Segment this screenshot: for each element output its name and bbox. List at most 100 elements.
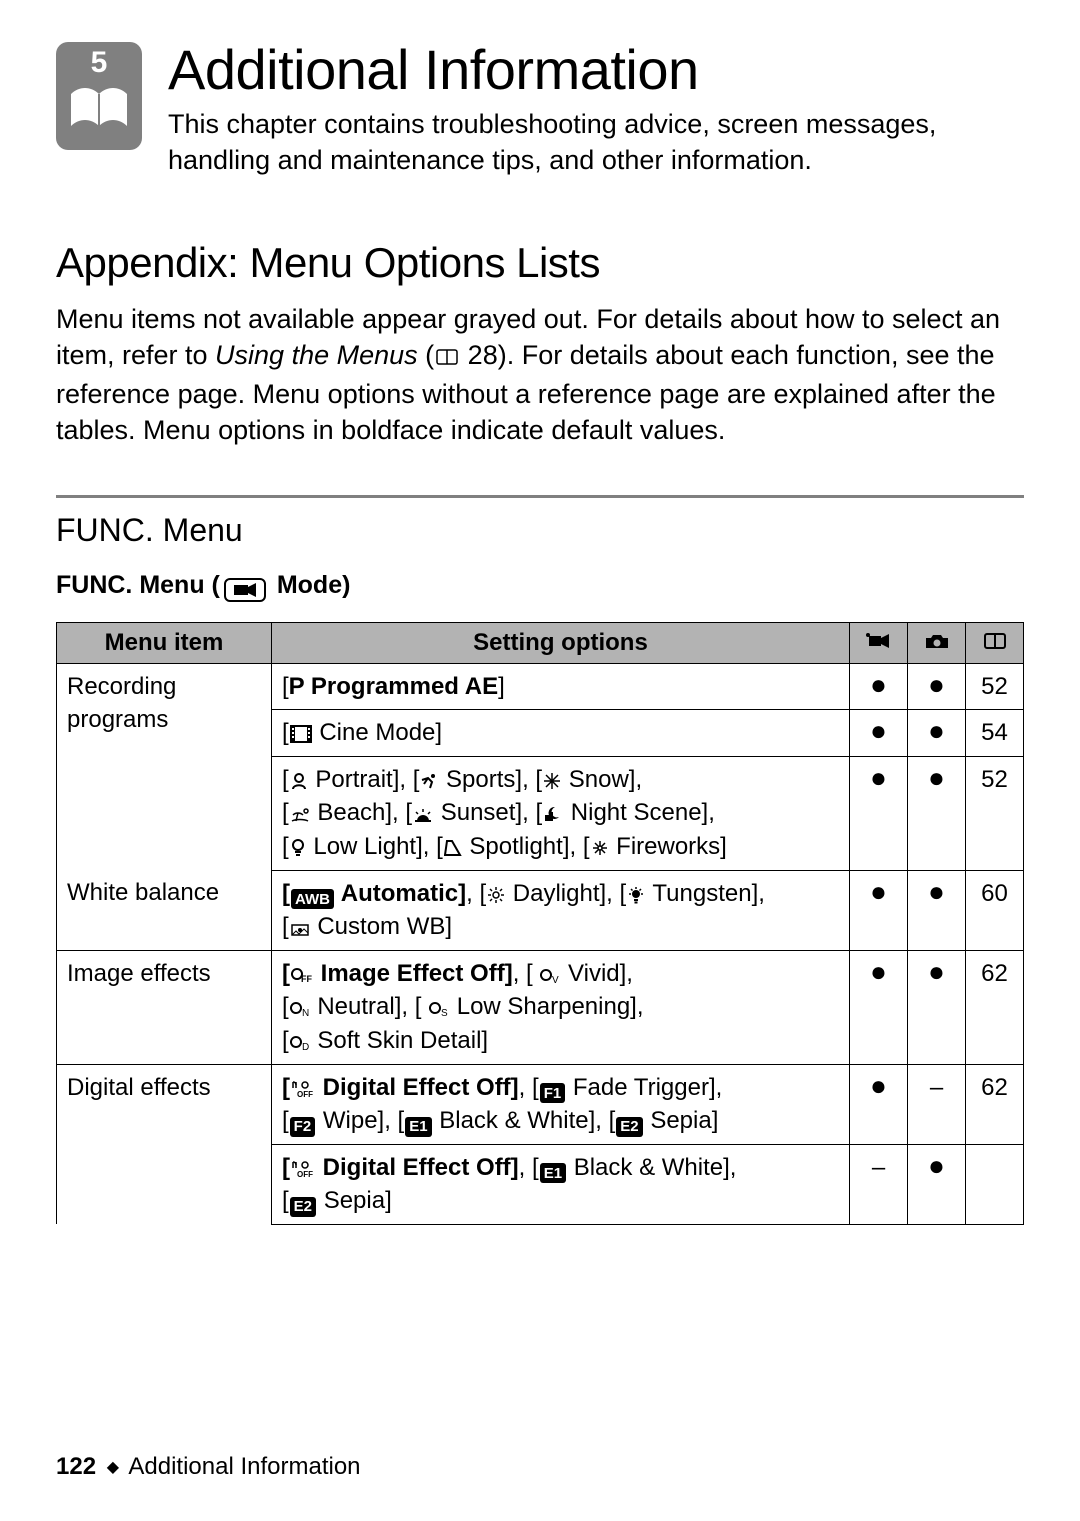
cell-photo: ● bbox=[908, 1144, 966, 1224]
chapter-tile: 5 bbox=[56, 42, 142, 150]
cell-movie: – bbox=[850, 1144, 908, 1224]
chapter-text-block: Additional Information This chapter cont… bbox=[168, 42, 1024, 179]
cell-photo: ● bbox=[908, 710, 966, 757]
chapter-number: 5 bbox=[91, 48, 108, 78]
table-row: Image effects [FF Image Effect Off], [ V… bbox=[57, 950, 1024, 1064]
svg-text:OFF: OFF bbox=[297, 1090, 313, 1098]
txt: Fade Trigger], bbox=[566, 1074, 722, 1101]
snow-icon bbox=[543, 772, 561, 790]
txt: , [ bbox=[519, 1154, 539, 1181]
col-setting-options: Setting options bbox=[272, 622, 850, 663]
f1-badge: F1 bbox=[540, 1083, 566, 1103]
func-menu-heading: FUNC. Menu bbox=[56, 512, 1024, 549]
e2-badge: E2 bbox=[290, 1197, 316, 1217]
digital-effect-off-icon: OFF bbox=[291, 1080, 315, 1098]
mode-prefix: FUNC. Menu ( bbox=[56, 571, 220, 599]
col-movie-icon bbox=[850, 622, 908, 663]
chapter-description: This chapter contains troubleshooting ad… bbox=[168, 106, 1024, 179]
txt: Daylight], [ bbox=[506, 880, 626, 907]
section-rule bbox=[56, 495, 1024, 498]
soft-skin-icon: D bbox=[290, 1035, 310, 1051]
cell-page: 60 bbox=[966, 870, 1024, 950]
awb-badge: AWB bbox=[291, 889, 334, 909]
image-effect-off-icon: FF bbox=[291, 966, 313, 984]
low-light-icon bbox=[290, 839, 306, 857]
cell-setting-options: [AWB Automatic], [ Daylight], [ Tungsten… bbox=[272, 870, 850, 950]
txt: , [ bbox=[513, 960, 540, 987]
neutral-icon: N bbox=[290, 1001, 310, 1017]
txt: Wipe], [ bbox=[316, 1107, 404, 1134]
txt: Low Light], [ bbox=[307, 833, 443, 860]
cell-movie: ● bbox=[850, 870, 908, 950]
cine-mode-label: Cine Mode] bbox=[313, 719, 442, 746]
custom-wb-icon bbox=[290, 923, 310, 937]
svg-text:OFF: OFF bbox=[297, 1170, 313, 1178]
table-row: White balance [AWB Automatic], [ Dayligh… bbox=[57, 870, 1024, 950]
vivid-icon: V bbox=[540, 968, 560, 984]
cell-page: 52 bbox=[966, 663, 1024, 710]
movie-mode-icon bbox=[224, 578, 266, 602]
night-scene-icon bbox=[543, 805, 563, 823]
beach-icon bbox=[290, 807, 310, 823]
txt: Tungsten], bbox=[646, 880, 765, 907]
daylight-icon bbox=[487, 886, 505, 904]
txt: Neutral], [ bbox=[311, 993, 428, 1020]
portrait-icon bbox=[290, 772, 308, 790]
footer-section: Additional Information bbox=[128, 1453, 360, 1480]
svg-text:N: N bbox=[302, 1008, 309, 1017]
cell-setting-options: [ Portrait], [ Sports], [ Snow], [ Beach… bbox=[272, 756, 850, 870]
low-sharpening-icon: S bbox=[429, 1001, 449, 1017]
manual-page-icon bbox=[436, 339, 458, 375]
cell-photo: ● bbox=[908, 870, 966, 950]
txt: Sepia] bbox=[317, 1187, 392, 1214]
cell-menu-item: Digital effects bbox=[57, 1064, 272, 1224]
txt: , [ bbox=[519, 1074, 539, 1101]
cell-page: 62 bbox=[966, 1064, 1024, 1144]
open-book-icon bbox=[67, 82, 131, 138]
svg-text:FF: FF bbox=[301, 974, 312, 984]
cell-movie: ● bbox=[850, 710, 908, 757]
cell-menu-item: Recording programs bbox=[57, 663, 272, 870]
page: 5 Additional Information This chapter co… bbox=[0, 0, 1080, 1521]
cell-setting-options: [OFF Digital Effect Off], [F1 Fade Trigg… bbox=[272, 1064, 850, 1144]
cell-movie: ● bbox=[850, 663, 908, 710]
cell-page: 54 bbox=[966, 710, 1024, 757]
txt: , [ bbox=[466, 880, 486, 907]
table-row: Recording programs [P Programmed AE] ● ●… bbox=[57, 663, 1024, 710]
cell-movie: ● bbox=[850, 756, 908, 870]
txt: Sports], [ bbox=[439, 766, 542, 793]
sports-icon bbox=[420, 772, 438, 790]
col-photo-icon bbox=[908, 622, 966, 663]
cine-mode-icon bbox=[290, 725, 312, 743]
cell-page bbox=[966, 1144, 1024, 1224]
txt: Portrait], [ bbox=[309, 766, 420, 793]
cell-photo: ● bbox=[908, 663, 966, 710]
page-footer: 122 ◆ Additional Information bbox=[56, 1453, 361, 1481]
txt: Custom WB] bbox=[311, 913, 452, 940]
e1-badge: E1 bbox=[405, 1117, 431, 1137]
func-menu-mode-line: FUNC. Menu ( Mode) bbox=[56, 571, 1024, 602]
cell-movie: ● bbox=[850, 1064, 908, 1144]
f2-badge: F2 bbox=[290, 1117, 316, 1137]
sunset-icon bbox=[413, 809, 433, 823]
table-header-row: Menu item Setting options bbox=[57, 622, 1024, 663]
paren-open: ( bbox=[418, 340, 435, 370]
chapter-title: Additional Information bbox=[168, 42, 1024, 98]
using-menus-ref: Using the Menus bbox=[215, 340, 418, 370]
page-number: 122 bbox=[56, 1453, 96, 1480]
col-menu-item: Menu item bbox=[57, 622, 272, 663]
cell-page: 52 bbox=[966, 756, 1024, 870]
col-page-ref-icon bbox=[966, 622, 1024, 663]
diamond-icon: ◆ bbox=[107, 1459, 119, 1476]
cell-photo: ● bbox=[908, 756, 966, 870]
txt: Sunset], [ bbox=[434, 799, 542, 826]
mode-suffix: Mode) bbox=[270, 571, 351, 599]
cell-photo: ● bbox=[908, 950, 966, 1064]
txt: Digital Effect Off] bbox=[316, 1074, 519, 1101]
txt: Black & White], [ bbox=[433, 1107, 616, 1134]
txt: Fireworks] bbox=[610, 833, 727, 860]
svg-text:D: D bbox=[302, 1042, 309, 1051]
e1-badge: E1 bbox=[540, 1163, 566, 1183]
chapter-header: 5 Additional Information This chapter co… bbox=[56, 42, 1024, 179]
appendix-title: Appendix: Menu Options Lists bbox=[56, 239, 1024, 287]
